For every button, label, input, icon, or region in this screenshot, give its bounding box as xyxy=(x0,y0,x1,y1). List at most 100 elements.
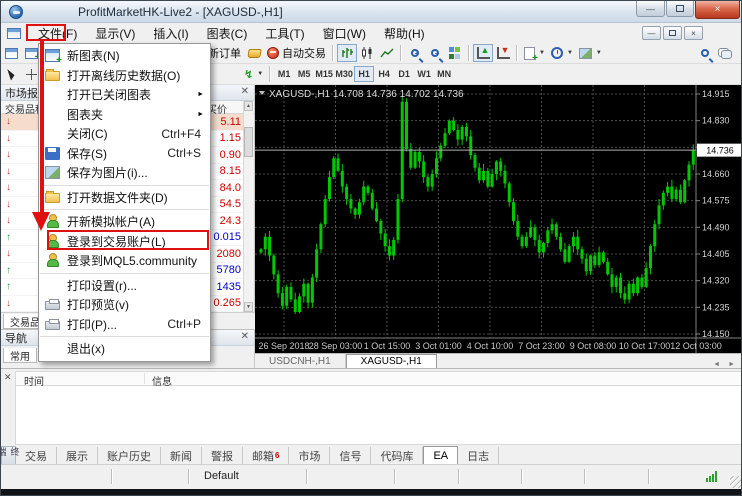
timeframe-w1-button[interactable]: W1 xyxy=(414,66,434,82)
chart-tab[interactable]: XAGUSD-,H1 xyxy=(346,354,437,368)
menu-item-1[interactable]: 显示(V) xyxy=(86,23,144,44)
file-menu-item[interactable]: 新图表(N) xyxy=(39,46,210,66)
cursor-button[interactable] xyxy=(1,65,21,83)
terminal-tab-展示[interactable]: 展示 xyxy=(57,447,98,464)
deposit-button[interactable] xyxy=(244,44,264,62)
menu-item-3[interactable]: 图表(C) xyxy=(198,23,257,44)
menu-item-4[interactable]: 工具(T) xyxy=(256,23,313,44)
periods-button[interactable]: ▼ xyxy=(548,44,576,62)
timeframe-m15-button[interactable]: M15 xyxy=(314,66,334,82)
file-menu-item[interactable]: 开新模拟帐户(A) xyxy=(39,212,210,232)
clock-icon xyxy=(551,47,563,59)
tile-windows-button[interactable] xyxy=(445,44,465,62)
window-bottom-border xyxy=(1,489,742,496)
arrange-down-button[interactable]: ▼ xyxy=(493,44,513,62)
timeframe-h1-button[interactable]: H1 xyxy=(354,66,374,82)
new-chart-button[interactable] xyxy=(1,44,21,62)
navigator-close-icon[interactable]: ✕ xyxy=(241,331,249,342)
menu-item-2[interactable]: 插入(I) xyxy=(144,23,197,44)
terminal-tab-信号[interactable]: 信号 xyxy=(330,447,371,464)
candle-body xyxy=(409,149,412,168)
terminal-tab-代码库[interactable]: 代码库 xyxy=(371,447,423,464)
timeframe-d1-button[interactable]: D1 xyxy=(394,66,414,82)
file-menu-item[interactable]: 退出(x) xyxy=(39,339,210,359)
search-button[interactable] xyxy=(695,44,715,62)
file-menu-item[interactable]: 打印(P)...Ctrl+P xyxy=(39,315,210,335)
templates-button[interactable]: ▼ xyxy=(576,44,605,62)
file-menu-item[interactable]: 保存(S)Ctrl+S xyxy=(39,144,210,164)
indicators-button[interactable]: ▼ xyxy=(521,44,548,62)
svg-text:10 Oct 17:00: 10 Oct 17:00 xyxy=(619,341,671,351)
file-menu-item[interactable]: 打开已关闭图表► xyxy=(39,85,210,105)
timeframe-mn-button[interactable]: MN xyxy=(434,66,454,82)
candle-body xyxy=(298,296,301,312)
file-menu-item[interactable]: 打开离线历史数据(O) xyxy=(39,66,210,86)
file-menu-item[interactable]: 保存为图片(i)... xyxy=(39,163,210,183)
tab-common[interactable]: 常用 xyxy=(3,348,37,363)
file-menu-item[interactable]: 图表夹► xyxy=(39,105,210,125)
timeframe-h4-button[interactable]: H4 xyxy=(374,66,394,82)
terminal-close-icon[interactable]: ✕ xyxy=(4,372,12,383)
folder-icon xyxy=(45,193,60,203)
file-menu-item[interactable]: 打开数据文件夹(D) xyxy=(39,188,210,208)
candle-body xyxy=(337,158,340,171)
arrange-up-button[interactable]: ▲ xyxy=(473,44,493,62)
candle-body xyxy=(683,180,686,202)
terminal-tab-EA[interactable]: EA xyxy=(423,446,458,465)
submenu-arrow-icon: ► xyxy=(197,111,204,118)
chart-tabs-right-icon[interactable]: ► xyxy=(728,361,735,368)
candle-body xyxy=(294,299,297,312)
timeframe-m1-button[interactable]: M1 xyxy=(274,66,294,82)
resize-grip[interactable] xyxy=(730,476,742,488)
window-title: ProfitMarketHK-Live2 - [XAGUSD-,H1] xyxy=(78,5,283,19)
terminal-tab-邮箱[interactable]: 邮箱6 xyxy=(243,447,289,464)
zoom-out-icon: − xyxy=(431,49,439,57)
zoom-out-button[interactable]: − xyxy=(425,44,445,62)
child-close-button[interactable]: × xyxy=(684,26,703,40)
timeframe-m5-button[interactable]: M5 xyxy=(294,66,314,82)
terminal-tab-警报[interactable]: 警报 xyxy=(202,447,243,464)
down-arrow-icon: ↓ xyxy=(6,116,11,127)
child-window-icon[interactable] xyxy=(7,28,21,39)
chat-button[interactable] xyxy=(715,44,735,62)
terminal-tab-新闻[interactable]: 新闻 xyxy=(161,447,202,464)
terminal-side-label[interactable]: 终端 xyxy=(1,446,16,465)
folder-icon xyxy=(45,71,60,81)
terminal-tab-日志[interactable]: 日志 xyxy=(458,447,499,464)
maximize-button[interactable] xyxy=(666,1,694,17)
chart-tabs-left-icon[interactable]: ◄ xyxy=(713,361,720,368)
chart-tab[interactable]: USDCNH-,H1 xyxy=(255,354,346,368)
objects-dropdown-button[interactable]: ↯▼ xyxy=(241,65,266,83)
scroll-up-icon[interactable]: ▲ xyxy=(244,101,253,111)
scroll-down-icon[interactable]: ▼ xyxy=(244,302,253,312)
candle-body xyxy=(264,237,267,250)
svg-text:28 Sep 03:00: 28 Sep 03:00 xyxy=(309,341,363,351)
chart-bars-button[interactable] xyxy=(337,44,357,62)
scroll-thumb[interactable] xyxy=(244,127,253,157)
file-menu-item[interactable]: 打印预览(v) xyxy=(39,295,210,315)
terminal-tab-交易[interactable]: 交易 xyxy=(16,447,57,464)
candle-body xyxy=(461,127,464,140)
menu-item-6[interactable]: 帮助(H) xyxy=(375,23,434,44)
timeframe-m30-button[interactable]: M30 xyxy=(334,66,354,82)
terminal-tab-账户历史[interactable]: 账户历史 xyxy=(98,447,161,464)
menu-item-5[interactable]: 窗口(W) xyxy=(314,23,375,44)
file-menu-item[interactable]: 登录到MQL5.community xyxy=(39,251,210,271)
chart-candles-button[interactable] xyxy=(357,44,377,62)
child-minimize-button[interactable]: — xyxy=(642,26,661,40)
terminal-header: 时间 信息 xyxy=(15,371,742,386)
file-menu-item[interactable]: 关闭(C)Ctrl+F4 xyxy=(39,124,210,144)
zoom-in-button[interactable]: + xyxy=(405,44,425,62)
child-restore-button[interactable] xyxy=(663,26,682,40)
price-chart[interactable]: 14.91514.83014.74514.66014.57514.49014.4… xyxy=(255,85,742,353)
cursor-icon xyxy=(7,68,15,81)
chart-line-button[interactable] xyxy=(377,44,397,62)
terminal-tab-市场[interactable]: 市场 xyxy=(289,447,330,464)
candle-body xyxy=(302,284,305,297)
minimize-button[interactable]: — xyxy=(636,1,665,17)
autotrade-button[interactable]: 自动交易 xyxy=(264,44,329,62)
close-button[interactable]: × xyxy=(695,1,740,19)
market-watch-scrollbar[interactable]: ▲ ▼ xyxy=(243,101,253,312)
file-menu-item[interactable]: 打印设置(r)... xyxy=(39,276,210,296)
market-watch-close-icon[interactable]: ✕ xyxy=(241,86,249,97)
